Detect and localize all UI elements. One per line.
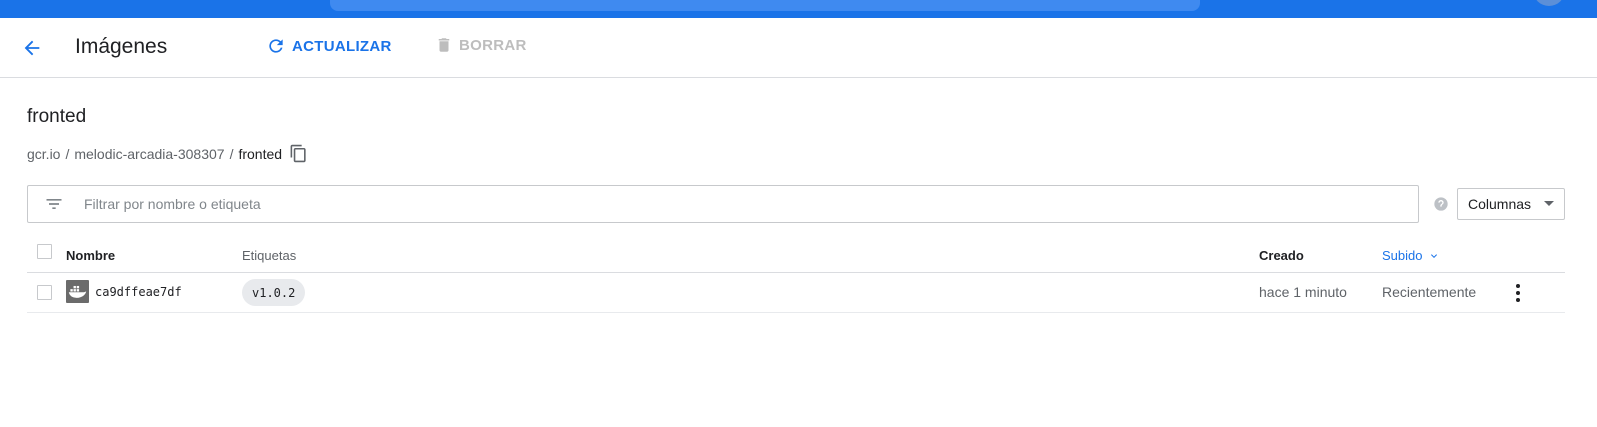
refresh-button[interactable]: ACTUALIZAR [266,36,392,56]
trash-icon [435,36,453,54]
image-name-heading: fronted [27,106,87,127]
table-header: Nombre Etiquetas Creado Subido [27,240,1565,273]
refresh-label: ACTUALIZAR [292,37,392,55]
sort-descending-icon [1428,250,1440,262]
tag-chip: v1.0.2 [242,279,306,306]
column-header-uploaded[interactable]: Subido [1382,248,1440,263]
page-toolbar: Imágenes ACTUALIZAR BORRAR [0,18,1597,78]
breadcrumb-separator: / [65,145,70,162]
top-app-bar [0,0,1597,18]
column-header-tags: Etiquetas [242,248,297,263]
account-avatar[interactable] [1533,0,1565,6]
dropdown-caret-icon [1544,201,1554,206]
docker-icon [66,280,89,303]
table-row[interactable]: ca9dffeae7df v1.0.2 hace 1 minuto Recien… [27,273,1565,313]
back-button[interactable] [18,34,46,62]
row-checkbox[interactable] [37,285,52,300]
delete-button[interactable]: BORRAR [435,36,527,54]
columns-dropdown[interactable]: Columnas [1457,188,1565,220]
column-header-name[interactable]: Nombre [66,248,115,263]
columns-label: Columnas [1468,196,1532,212]
select-all-checkbox[interactable] [37,244,52,259]
created-value: hace 1 minuto [1259,284,1347,300]
breadcrumb-separator: / [229,145,234,162]
breadcrumb-project[interactable]: melodic-arcadia-308307 [74,146,224,162]
uploaded-value: Recientemente [1382,284,1477,300]
filter-input[interactable] [82,195,1282,213]
more-vert-icon[interactable] [1508,282,1528,304]
refresh-icon [266,36,286,56]
breadcrumb: gcr.io / melodic-arcadia-308307 / fronte… [27,144,308,163]
images-table: Nombre Etiquetas Creado Subido ca9dffeae… [27,240,1565,313]
image-digest-link[interactable]: ca9dffeae7df [95,285,182,299]
column-header-created[interactable]: Creado [1259,248,1304,263]
copy-icon[interactable] [289,144,308,163]
arrow-back-icon [24,40,40,56]
breadcrumb-registry[interactable]: gcr.io [27,146,60,162]
filter-list-icon [44,194,64,214]
delete-label: BORRAR [459,36,527,54]
column-header-uploaded-label: Subido [1382,248,1423,263]
global-search-bar[interactable] [330,0,1200,11]
filter-bar [27,185,1419,223]
help-icon[interactable] [1433,196,1449,212]
breadcrumb-current: fronted [238,145,283,162]
page-title: Imágenes [75,35,168,58]
